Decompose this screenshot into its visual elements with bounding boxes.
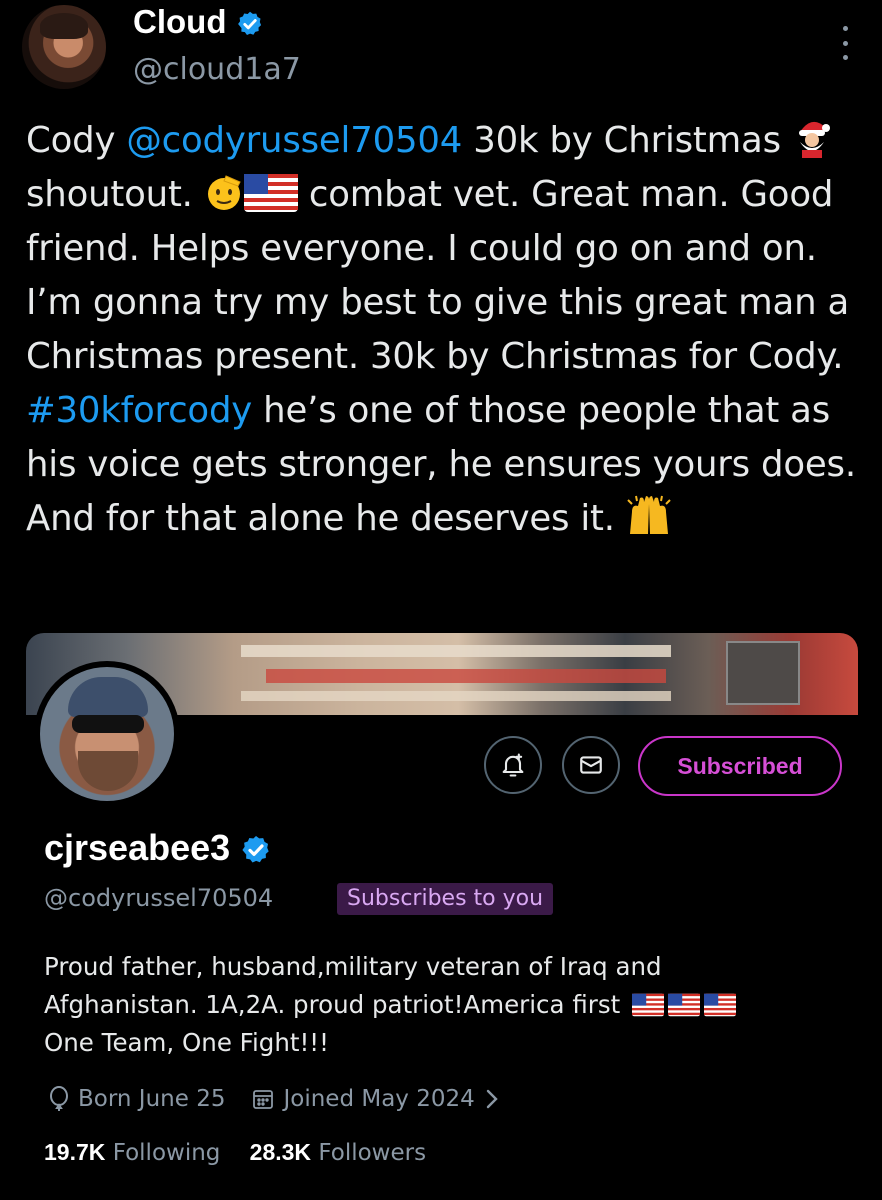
subscribed-button[interactable]: Subscribed [638,736,842,796]
profile-display-name[interactable]: cjrseabee3 [44,827,272,869]
calendar-icon [253,1090,274,1109]
tweet-text: Cody @codyrussel70504 30k by Christmas s… [26,114,866,546]
followers-link[interactable]: 28.3K Followers [249,1139,427,1166]
followers-label: Followers [318,1140,427,1166]
author-name[interactable]: Cloud [133,3,264,41]
bell-plus-icon [502,753,524,777]
tweet-text-part: 30k by Christmas [462,120,792,161]
bio-line-text: Afghanistan. 1A,2A. proud patriot!Americ… [44,990,621,1019]
santa-icon [798,121,830,158]
more-options-icon[interactable] [838,26,852,60]
us-flag-icon [668,993,700,1017]
balloon-icon [50,1086,68,1111]
bio-line: One Team, One Fight!!! [44,1028,329,1057]
profile-display-name-text: cjrseabee3 [44,827,231,868]
chevron-right-icon[interactable] [485,1088,499,1110]
following-link[interactable]: 19.7K Following [44,1139,221,1166]
profile-handle: @codyrussel70504 [44,884,274,912]
profile-bio: Proud father, husband,military veteran o… [44,948,864,1062]
author-handle[interactable]: @cloud1a7 [133,52,301,87]
subscribes-to-you-badge: Subscribes to you [337,883,554,915]
mention-link[interactable]: @codyrussel70504 [126,120,462,161]
verified-badge-icon [242,836,269,864]
profile-avatar[interactable] [34,661,180,807]
verified-badge-icon [237,12,261,36]
saluting-face-icon [207,175,241,210]
tweet-text-part: shoutout. [26,174,204,215]
joined-text: Joined May 2024 [283,1086,475,1112]
envelope-icon [580,756,602,774]
bio-line: Proud father, husband,military veteran o… [44,952,662,981]
author-avatar[interactable] [22,5,106,89]
following-count: 19.7K [44,1139,106,1165]
us-flag-icon [632,993,664,1017]
message-button[interactable] [562,736,620,794]
profile-stats: 19.7K Following 28.3K Followers [44,1139,426,1166]
hashtag-link[interactable]: #30kforcody [26,390,252,431]
followers-count: 28.3K [249,1139,312,1165]
bio-line-2: Afghanistan. 1A,2A. proud patriot!Americ… [44,986,864,1024]
birthday-text: Born June 25 [78,1086,226,1112]
following-label: Following [112,1140,221,1166]
raising-hands-icon [627,495,671,534]
notifications-button[interactable] [484,736,542,794]
tweet-text-part: Cody [26,120,127,161]
profile-meta: Born June 25 Joined May 2024 [48,1082,507,1116]
us-flag-icon [704,993,736,1017]
us-flag-icon [243,174,298,212]
author-name-text: Cloud [133,3,227,40]
